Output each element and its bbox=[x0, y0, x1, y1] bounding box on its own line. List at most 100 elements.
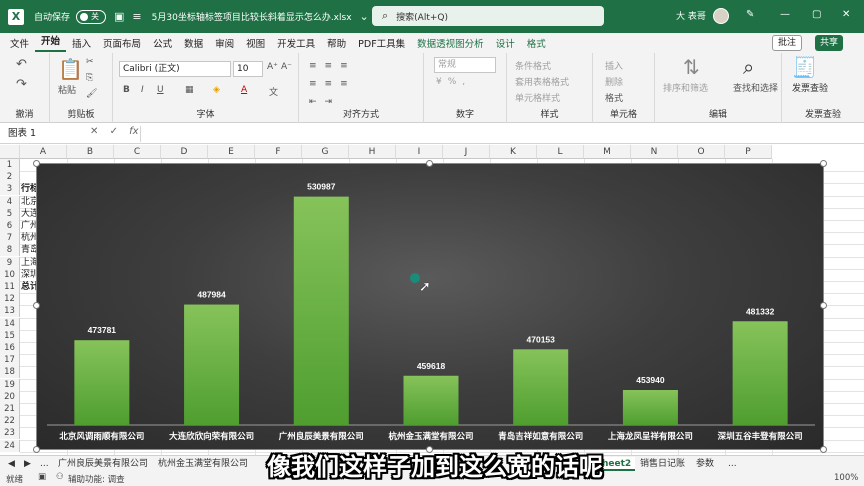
save-icon[interactable]: ▣ bbox=[114, 10, 124, 23]
cut-icon[interactable]: ✂ bbox=[86, 57, 94, 67]
category-label[interactable]: 青岛吉祥如意有限公司 bbox=[498, 431, 583, 442]
bar-chart[interactable]: 473781 北京风调雨顺有限公司 487984 大连欣欣向荣有限公司 530987 广州… bbox=[37, 164, 825, 451]
row-header[interactable]: 8 bbox=[0, 244, 20, 257]
find-icon[interactable]: ⌕ bbox=[743, 55, 754, 79]
paste-label[interactable]: 粘贴 bbox=[58, 83, 76, 96]
row-header[interactable]: 7 bbox=[0, 232, 20, 245]
share-button[interactable]: 共享 bbox=[815, 35, 844, 51]
bold-icon[interactable]: B bbox=[123, 85, 130, 95]
cell-style-button[interactable]: 单元格样式 bbox=[515, 91, 560, 104]
sheet-tab[interactable]: 参数 bbox=[692, 457, 718, 471]
macro-record-icon[interactable]: ▣ bbox=[38, 472, 46, 482]
sheet-nav-prev[interactable]: ◀ bbox=[4, 457, 19, 471]
row-header[interactable]: 19 bbox=[0, 378, 20, 391]
autosave-toggle[interactable]: 关 bbox=[76, 9, 107, 24]
search-input[interactable]: ⌕ 搜索(Alt+Q) bbox=[372, 6, 604, 26]
menu-insert[interactable]: 插入 bbox=[66, 36, 97, 50]
sheet-tab[interactable]: 销售日记账 bbox=[636, 457, 689, 471]
column-header[interactable]: M bbox=[584, 145, 631, 159]
sheet-tab[interactable]: 广州良辰美景有限公司 bbox=[54, 457, 152, 471]
fx-icon[interactable]: fx bbox=[129, 126, 138, 137]
data-label[interactable]: 487984 bbox=[197, 290, 226, 300]
accessibility-status[interactable]: 辅助功能: 调查 bbox=[68, 473, 125, 485]
column-header[interactable]: F bbox=[255, 145, 302, 159]
italic-icon[interactable]: I bbox=[141, 85, 144, 95]
row-header[interactable]: 6 bbox=[0, 220, 20, 232]
resize-handle-bl[interactable] bbox=[33, 446, 40, 453]
row-header[interactable]: 2 bbox=[0, 171, 20, 184]
resize-handle-tr[interactable] bbox=[820, 160, 827, 167]
menu-pivotchart-analyze[interactable]: 数据透视图分析 bbox=[411, 36, 490, 50]
copy-icon[interactable]: ⎘ bbox=[86, 73, 93, 83]
zoom-level[interactable]: 100% bbox=[834, 473, 858, 483]
column-header[interactable]: J bbox=[443, 145, 490, 159]
column-header[interactable]: K bbox=[490, 145, 537, 159]
close-button[interactable]: ✕ bbox=[842, 9, 850, 20]
accessibility-icon[interactable]: ⚇ bbox=[56, 472, 64, 482]
menu-review[interactable]: 审阅 bbox=[209, 36, 240, 50]
data-label[interactable]: 473781 bbox=[88, 325, 117, 335]
row-header[interactable]: 12 bbox=[0, 293, 20, 306]
resize-handle-br[interactable] bbox=[820, 446, 827, 453]
conditional-format-button[interactable]: 条件格式 bbox=[515, 59, 551, 72]
chevron-down-icon[interactable]: ⌄ bbox=[360, 10, 369, 23]
row-header[interactable]: 15 bbox=[0, 329, 20, 342]
number-format-select[interactable]: 常规 bbox=[434, 57, 496, 73]
row-header[interactable]: 9 bbox=[0, 256, 20, 269]
column-header[interactable]: C bbox=[114, 145, 161, 159]
sort-filter-button[interactable]: 排序和筛选 bbox=[663, 81, 708, 94]
invoice-icon[interactable]: 🧾 bbox=[792, 55, 817, 79]
category-label[interactable]: 上海龙凤呈祥有限公司 bbox=[608, 431, 693, 442]
chart-bar[interactable] bbox=[732, 321, 788, 425]
chart-area[interactable]: 473781 北京风调雨顺有限公司 487984 大连欣欣向荣有限公司 530987 广州… bbox=[36, 163, 824, 450]
invoice-check-button[interactable]: 发票查验 bbox=[792, 81, 828, 94]
column-header[interactable]: N bbox=[631, 145, 678, 159]
find-select-button[interactable]: 查找和选择 bbox=[733, 81, 778, 94]
menu-home[interactable]: 开始 bbox=[35, 34, 67, 52]
row-header[interactable]: 3 bbox=[0, 183, 20, 196]
cancel-icon[interactable]: ✕ bbox=[90, 126, 98, 137]
row-header[interactable]: 22 bbox=[0, 415, 20, 428]
menu-help[interactable]: 帮助 bbox=[321, 36, 352, 50]
resize-handle-tc[interactable] bbox=[426, 160, 433, 167]
comment-button[interactable]: 批注 bbox=[772, 35, 803, 51]
more-icon[interactable]: ≡ bbox=[132, 10, 141, 23]
chart-bar[interactable] bbox=[74, 340, 130, 425]
format-cells-button[interactable]: 格式 bbox=[605, 91, 623, 104]
menu-format[interactable]: 格式 bbox=[521, 36, 552, 50]
formula-input[interactable] bbox=[140, 126, 856, 142]
vertical-align-icons[interactable]: ≡≡≡ bbox=[309, 61, 356, 71]
row-header[interactable]: 17 bbox=[0, 354, 20, 367]
row-header[interactable]: 24 bbox=[0, 439, 20, 452]
menu-page-layout[interactable]: 页面布局 bbox=[97, 36, 147, 50]
menu-file[interactable]: 文件 bbox=[4, 36, 35, 50]
menu-design[interactable]: 设计 bbox=[490, 36, 521, 50]
redo-icon[interactable]: ↷ bbox=[16, 77, 27, 92]
sheet-nav-more[interactable]: ... bbox=[36, 457, 53, 471]
column-header[interactable]: L bbox=[537, 145, 584, 159]
data-label[interactable]: 470153 bbox=[527, 334, 556, 344]
row-header[interactable]: 1 bbox=[0, 159, 20, 171]
column-header[interactable]: E bbox=[208, 145, 255, 159]
paste-icon[interactable]: 📋 bbox=[58, 57, 83, 81]
user-name[interactable]: 大 表哥 bbox=[676, 9, 706, 22]
shrink-font-icon[interactable]: A⁻ bbox=[281, 62, 292, 72]
data-label[interactable]: 530987 bbox=[307, 182, 336, 192]
menu-developer[interactable]: 开发工具 bbox=[271, 36, 321, 50]
data-label[interactable]: 453940 bbox=[636, 375, 665, 385]
column-header[interactable]: H bbox=[349, 145, 396, 159]
column-header[interactable]: O bbox=[678, 145, 725, 159]
resize-handle-ml[interactable] bbox=[33, 302, 40, 309]
row-header[interactable]: 21 bbox=[0, 403, 20, 415]
row-header[interactable]: 4 bbox=[0, 195, 20, 208]
name-box[interactable]: 图表 1 bbox=[4, 126, 84, 142]
column-header[interactable]: A bbox=[20, 145, 67, 159]
maximize-button[interactable]: ▢ bbox=[812, 9, 821, 20]
border-icon[interactable]: ▦ bbox=[185, 85, 194, 95]
table-format-button[interactable]: 套用表格格式 bbox=[515, 75, 569, 88]
category-label[interactable]: 大连欣欣向荣有限公司 bbox=[169, 431, 254, 442]
row-header[interactable]: 16 bbox=[0, 342, 20, 354]
sheet-nav-more-right[interactable]: ... bbox=[724, 457, 741, 471]
column-header[interactable]: I bbox=[396, 145, 443, 159]
pen-icon[interactable]: ✎ bbox=[746, 9, 754, 20]
